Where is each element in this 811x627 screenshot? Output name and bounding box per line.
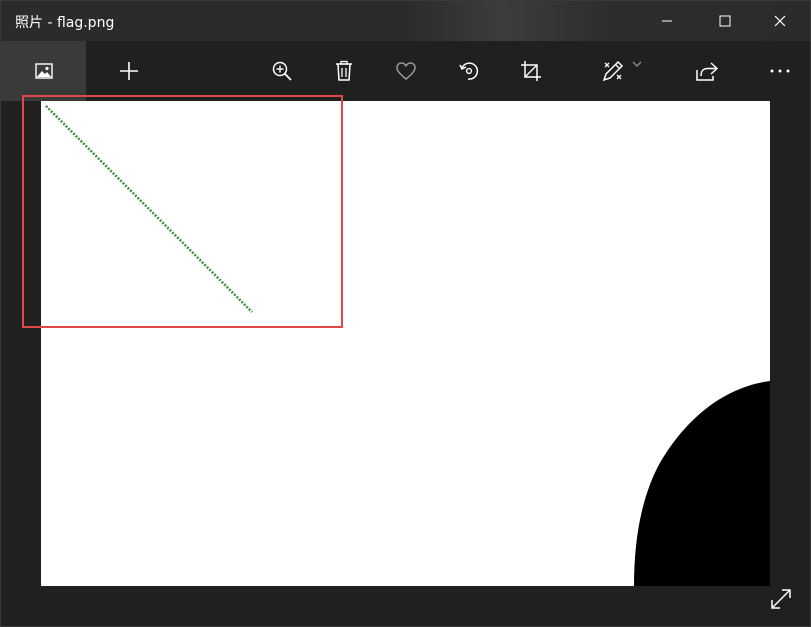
chevron-down-icon — [632, 61, 642, 67]
more-options-button[interactable] — [757, 41, 803, 101]
minimize-button[interactable] — [644, 1, 690, 41]
crop-button[interactable] — [508, 41, 554, 101]
more-icon — [770, 69, 790, 73]
delete-button[interactable] — [321, 41, 367, 101]
toolbar — [1, 41, 810, 101]
image-icon — [34, 63, 53, 79]
add-button[interactable] — [106, 41, 152, 101]
minimize-icon — [662, 20, 672, 22]
window-title: 照片 - flag.png — [15, 15, 115, 31]
add-icon — [120, 62, 138, 80]
zoom-in-icon — [272, 61, 292, 81]
zoom-in-button[interactable] — [259, 41, 305, 101]
title-bar[interactable]: 照片 - flag.png — [1, 1, 810, 41]
share-icon — [696, 62, 719, 81]
maximize-button[interactable] — [702, 1, 748, 41]
favorite-button[interactable] — [383, 41, 429, 101]
rotate-button[interactable] — [446, 41, 492, 101]
fullscreen-button[interactable] — [766, 584, 796, 614]
black-blob-shape — [634, 381, 770, 586]
share-button[interactable] — [684, 41, 730, 101]
expand-icon — [771, 589, 791, 609]
favorite-icon — [396, 62, 416, 80]
delete-icon — [336, 60, 352, 81]
collection-button[interactable] — [1, 41, 86, 101]
highlight-rectangle — [22, 95, 343, 328]
maximize-icon — [719, 15, 731, 27]
close-icon — [774, 15, 786, 27]
close-button[interactable] — [757, 1, 803, 41]
photos-app-window: 照片 - flag.png — [0, 0, 811, 627]
rotate-icon — [459, 62, 479, 80]
edit-draw-icon — [602, 60, 624, 82]
crop-icon — [521, 61, 541, 81]
edit-draw-button[interactable] — [591, 41, 653, 101]
